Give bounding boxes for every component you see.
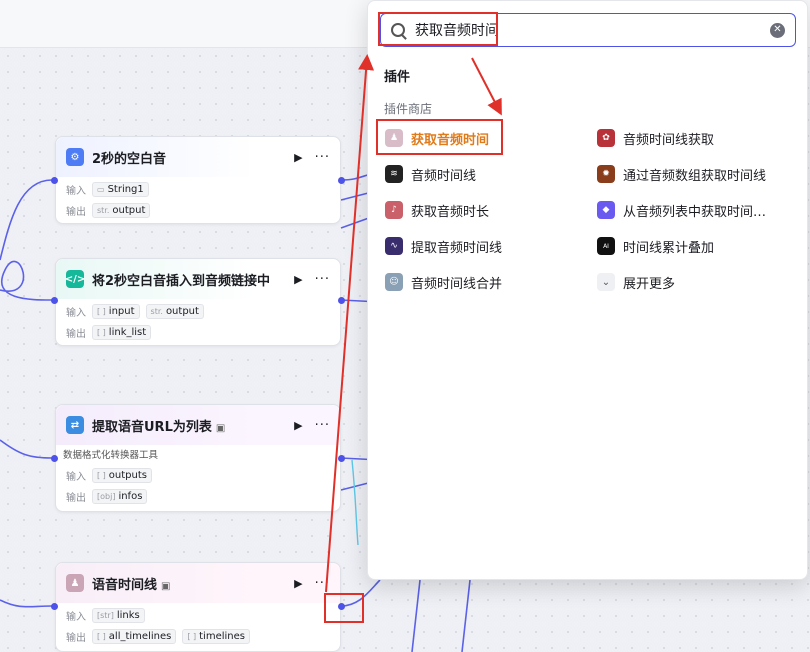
node-title: 提取语音URL为列表 ▣ [92, 419, 226, 435]
plugin-icon: ⚙ [66, 148, 84, 166]
output-port[interactable] [338, 455, 345, 462]
node-blank-audio[interactable]: ⚙ 2秒的空白音 ▶ ··· 输入 ▭ String1 输出 str. output [55, 136, 341, 224]
input-row: 输入 [str] links [66, 605, 330, 626]
input-chip: [str] links [92, 608, 145, 623]
more-button[interactable]: ··· [315, 150, 330, 165]
output-chip: [ ] timelines [182, 629, 250, 644]
input-chip: [ ] input [92, 304, 140, 319]
node-title: 2秒的空白音 [92, 151, 167, 167]
add-node-popup: 获取音频时间 ✕ 插件 插件商店 ♟ 获取音频时间 ≋ 音频时间线 ♪ 获取音频… [367, 0, 808, 580]
output-chip: str. output [92, 203, 151, 218]
code-icon: </> [65, 270, 85, 288]
node-voice-timeline[interactable]: ♟ 语音时间线 ▣ ▶ ··· 输入 [str] links 输出 [ ] all_t… [55, 562, 341, 652]
text-logo-icon: AI [597, 237, 615, 255]
subsection-title: 插件商店 [384, 102, 433, 116]
more-button[interactable]: ··· [315, 576, 330, 591]
output-chip: [ ] all_timelines [92, 629, 177, 644]
input-port[interactable] [51, 455, 58, 462]
node-header: ⚙ 2秒的空白音 ▶ ··· [56, 137, 340, 177]
audio-wave-icon: ∿ [385, 237, 403, 255]
node-description: 数据格式化转换器工具 [63, 450, 159, 461]
cube-icon: ◆ [597, 201, 615, 219]
waveform-icon: ≋ [385, 165, 403, 183]
output-row: 输出 [ ] all_timelines [ ] timelines [66, 626, 330, 647]
input-port[interactable] [51, 603, 58, 610]
folder-icon: ▭ [97, 185, 105, 194]
output-chip: [ ] link_list [92, 325, 152, 340]
annotation-box-search [378, 12, 498, 46]
fire-icon: ✹ [597, 165, 615, 183]
output-port[interactable] [338, 177, 345, 184]
input-chip: str. output [145, 304, 204, 319]
result-item[interactable]: ✹ 通过音频数组获取时间线 [597, 161, 766, 187]
plugin-badge-icon: ▣ [161, 580, 171, 592]
converter-icon: ⇄ [66, 416, 84, 434]
node-extract-url[interactable]: ⇄ 提取语音URL为列表 ▣ ▶ ··· 数据格式化转换器工具 输入 [ ] out… [55, 404, 341, 512]
result-item[interactable]: ♪ 获取音频时长 [385, 197, 489, 223]
node-header: ♟ 语音时间线 ▣ ▶ ··· [56, 563, 340, 603]
anime-avatar-icon: ✿ [597, 129, 615, 147]
input-chip: ▭ String1 [92, 182, 149, 197]
output-row: 输出 str. output [66, 200, 330, 221]
input-port[interactable] [51, 297, 58, 304]
node-title: 将2秒空白音插入到音频链接中 [92, 273, 271, 289]
result-item[interactable]: ∿ 提取音频时间线 [385, 233, 502, 259]
avatar-icon: ☺ [385, 273, 403, 291]
clear-icon[interactable]: ✕ [770, 22, 785, 38]
output-row: 输出 [obj] infos [63, 486, 330, 507]
input-row: 输入 [ ] input str. output [66, 301, 330, 322]
annotation-box-port [324, 593, 364, 623]
chevron-down-icon: ⌄ [597, 273, 615, 291]
run-button[interactable]: ▶ [294, 151, 302, 164]
result-item[interactable]: ◆ 从音频列表中获取时间… [597, 197, 766, 223]
node-title: 语音时间线 ▣ [92, 577, 171, 593]
result-item[interactable]: ✿ 音频时间线获取 [597, 125, 714, 151]
output-row: 输出 [ ] link_list [66, 322, 330, 343]
run-button[interactable]: ▶ [294, 273, 302, 286]
section-title: 插件 [384, 70, 411, 85]
input-port[interactable] [51, 177, 58, 184]
node-header: </> 将2秒空白音插入到音频链接中 ▶ ··· [56, 259, 340, 299]
input-chip: [ ] outputs [92, 468, 152, 483]
output-port[interactable] [338, 297, 345, 304]
input-row: 输入 ▭ String1 [66, 179, 330, 200]
result-item[interactable]: ≋ 音频时间线 [385, 161, 476, 187]
node-insert-blank[interactable]: </> 将2秒空白音插入到音频链接中 ▶ ··· 输入 [ ] input str… [55, 258, 341, 346]
result-item[interactable]: ☺ 音频时间线合并 [385, 269, 502, 295]
plugin-badge-icon: ▣ [215, 422, 226, 434]
node-header: ⇄ 提取语音URL为列表 ▣ ▶ ··· [56, 405, 340, 445]
result-item[interactable]: AI 时间线累计叠加 [597, 233, 714, 259]
avatar-icon: ♟ [66, 574, 84, 592]
expand-more-button[interactable]: ⌄ 展开更多 [597, 269, 675, 295]
more-button[interactable]: ··· [315, 418, 330, 433]
run-button[interactable]: ▶ [294, 419, 302, 432]
output-chip: [obj] infos [92, 489, 148, 504]
more-button[interactable]: ··· [315, 272, 330, 287]
run-button[interactable]: ▶ [294, 577, 302, 590]
annotation-box-result [376, 119, 503, 155]
plugin-icon: ♪ [385, 201, 403, 219]
input-row: 输入 [ ] outputs [63, 465, 330, 486]
